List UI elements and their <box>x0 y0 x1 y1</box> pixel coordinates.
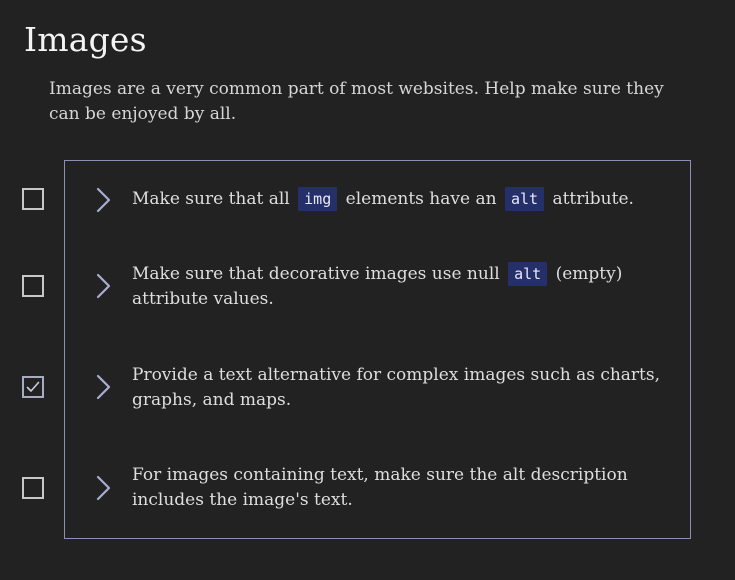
section-title: Images <box>24 20 147 59</box>
chevron-right-icon <box>96 475 111 501</box>
checklist-item-text: Provide a text alternative for complex i… <box>132 365 661 410</box>
checklist-card[interactable]: Provide a text alternative for complex i… <box>64 337 691 439</box>
checklist: Make sure that all img elements have an … <box>0 160 735 539</box>
checklist-item: Make sure that all img elements have an … <box>0 160 735 237</box>
checklist-item: For images containing text, make sure th… <box>0 438 735 539</box>
chevron-right-icon <box>96 187 111 213</box>
chevron-right-icon <box>96 273 111 299</box>
code-snippet: img <box>298 187 338 211</box>
checklist-checkbox[interactable] <box>22 376 44 398</box>
checklist-checkbox[interactable] <box>22 275 44 297</box>
section-intro: Images are a very common part of most we… <box>49 79 664 124</box>
checklist-item: Make sure that decorative images use nul… <box>0 236 735 338</box>
checklist-card[interactable]: Make sure that all img elements have an … <box>64 160 691 237</box>
checkmark-icon <box>26 381 40 392</box>
chevron-right-icon <box>96 374 111 400</box>
checklist-checkbox[interactable] <box>22 477 44 499</box>
checklist-item-text: For images containing text, make sure th… <box>132 465 628 510</box>
checklist-card[interactable]: Make sure that decorative images use nul… <box>64 236 691 338</box>
checklist-checkbox[interactable] <box>22 188 44 210</box>
checklist-item: Provide a text alternative for complex i… <box>0 337 735 439</box>
checklist-item-text: Make sure that all img elements have an … <box>132 187 634 211</box>
checklist-item-text: Make sure that decorative images use nul… <box>132 262 623 309</box>
checklist-card[interactable]: For images containing text, make sure th… <box>64 438 691 539</box>
code-snippet: alt <box>508 262 548 286</box>
code-snippet: alt <box>504 187 545 211</box>
